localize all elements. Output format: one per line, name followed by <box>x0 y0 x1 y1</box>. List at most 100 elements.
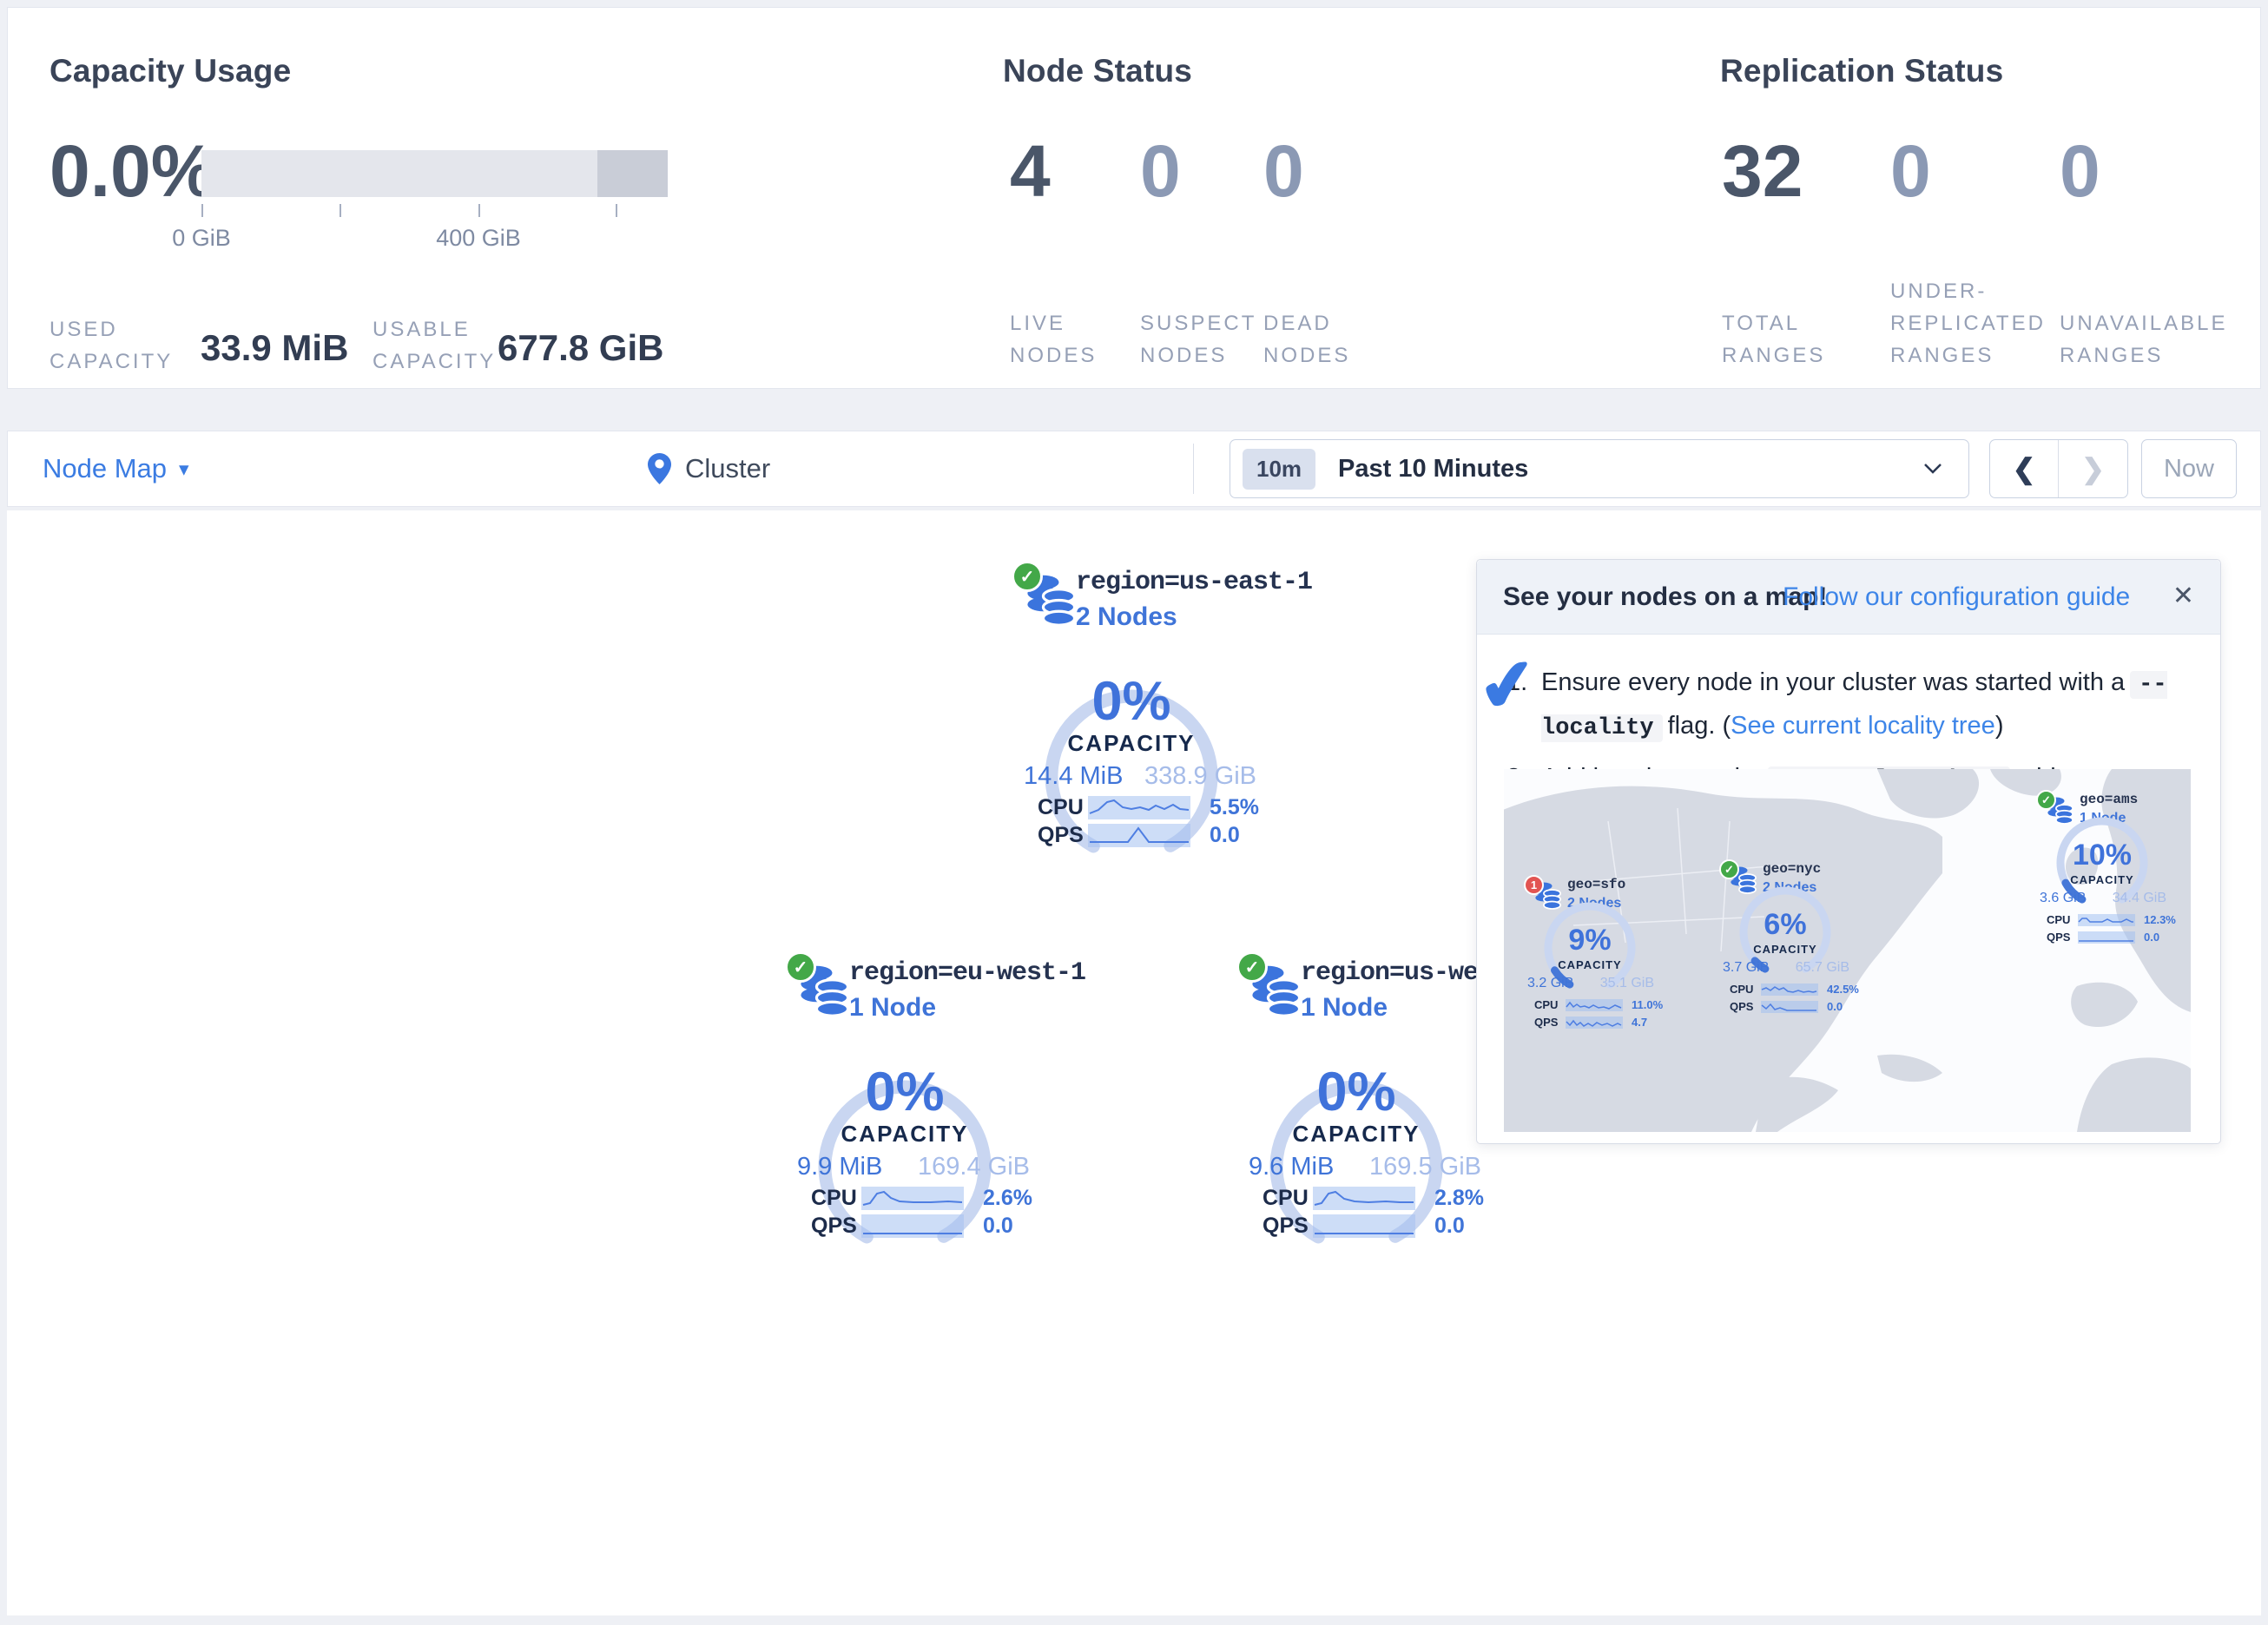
mini-capacity-percent: 9% <box>1504 924 1694 957</box>
qps-value: 0.0 <box>1434 1214 1480 1239</box>
region-locality-label: region=us-east-1 <box>1076 568 1312 597</box>
node-status-title: Node Status <box>1003 53 1192 89</box>
capacity-bar-reserved-segment <box>597 150 668 197</box>
capacity-tick <box>201 204 203 217</box>
cpu-sparkline <box>1313 1187 1415 1210</box>
qps-label: QPS <box>1730 1000 1761 1013</box>
capacity-percent: 0.0% <box>49 135 215 207</box>
locality-setup-popup: See your nodes on a map! Follow our conf… <box>1476 559 2221 1144</box>
cpu-sparkline <box>1761 984 1818 996</box>
qps-sparkline <box>861 1214 964 1238</box>
cpu-value: 2.6% <box>983 1186 1032 1211</box>
qps-sparkline <box>1313 1214 1415 1238</box>
dead-nodes-count: 0 <box>1263 135 1304 207</box>
mini-total-capacity: 34.4 GiB <box>2113 891 2166 906</box>
healthy-check-icon: ✓ <box>1236 951 1268 983</box>
region-node-count-link[interactable]: 1 Node <box>1301 993 1388 1023</box>
qps-value: 0.0 <box>1827 1000 1862 1013</box>
region-used-capacity: 9.6 MiB <box>1249 1153 1334 1181</box>
replication-status-title: Replication Status <box>1720 53 2003 89</box>
warning-badge-icon: 1 <box>1524 875 1544 895</box>
mini-node-geo-nyc: ✓ geo=nyc 2 Nodes 6% CAPACITY 3.7 GiB 65… <box>1681 837 1889 1019</box>
region-total-capacity: 338.9 GiB <box>1144 762 1256 791</box>
view-selector-dropdown[interactable]: Node Map ▾ <box>43 453 189 484</box>
cpu-label: CPU <box>1263 1186 1313 1211</box>
close-icon[interactable]: ✕ <box>2172 581 2194 611</box>
time-range-label: Past 10 Minutes <box>1338 455 1528 484</box>
region-used-capacity: 9.9 MiB <box>797 1153 882 1181</box>
capacity-detail-row: USED CAPACITY 33.9 MiB USABLE CAPACITY 6… <box>49 301 831 390</box>
chevron-right-icon: ❯ <box>2081 452 2105 485</box>
healthy-check-icon: ✓ <box>1719 859 1739 879</box>
under-replicated-label: UNDER- REPLICATED RANGES <box>1890 275 2046 372</box>
capacity-gauge-label: CAPACITY <box>984 730 1279 757</box>
mini-node-locality: geo=ams <box>2080 792 2138 807</box>
caret-down-icon: ▾ <box>179 457 189 481</box>
usable-capacity-label: USABLE CAPACITY <box>373 313 496 378</box>
capacity-gauge-label: CAPACITY <box>1209 1121 1504 1148</box>
total-ranges-label: TOTAL RANGES <box>1722 307 1825 372</box>
capacity-tick-label: 400 GiB <box>418 225 539 252</box>
used-capacity-label: USED CAPACITY <box>49 313 173 378</box>
capacity-gauge-label: CAPACITY <box>1998 873 2191 886</box>
suspect-nodes-count: 0 <box>1140 135 1181 207</box>
qps-value: 0.0 <box>983 1214 1028 1239</box>
region-node-count-link[interactable]: 2 Nodes <box>1076 602 1177 632</box>
suspect-nodes-label: SUSPECT NODES <box>1140 307 1256 372</box>
breadcrumb-label: Cluster <box>685 453 770 484</box>
time-back-button[interactable]: ❮ <box>1990 440 2059 497</box>
step1-text: Ensure every node in your cluster was st… <box>1541 668 2125 696</box>
cpu-value: 11.0% <box>1632 998 1666 1011</box>
healthy-check-icon: ✓ <box>785 951 816 983</box>
chevron-left-icon: ❮ <box>2013 452 2036 485</box>
cpu-label: CPU <box>1534 998 1566 1011</box>
cpu-label: CPU <box>1730 983 1761 996</box>
map-pin-icon <box>648 453 671 484</box>
unavailable-ranges-label: UNAVAILABLE RANGES <box>2060 307 2228 372</box>
qps-sparkline <box>1088 824 1190 847</box>
dead-nodes-label: DEAD NODES <box>1263 307 1350 372</box>
breadcrumb: Cluster <box>648 453 770 484</box>
time-range-badge: 10m <box>1243 449 1315 490</box>
capacity-gauge-label: CAPACITY <box>757 1121 1052 1148</box>
capacity-gauge-label: CAPACITY <box>1504 958 1694 971</box>
capacity-tick <box>478 204 480 217</box>
capacity-tick <box>340 204 341 217</box>
qps-sparkline <box>1761 1001 1818 1013</box>
used-capacity-value: 33.9 MiB <box>201 327 348 369</box>
region-capacity-percent: 0% <box>757 1061 1052 1123</box>
mini-node-geo-ams: ✓ geo=ams 1 Node 10% CAPACITY 3.6 GiB 34… <box>1998 769 2191 950</box>
mini-node-geo-sfo: 1 geo=sfo 2 Nodes 9% CAPACITY 3.2 GiB 35… <box>1504 852 1694 1035</box>
locality-tree-link[interactable]: See current locality tree <box>1731 712 1995 740</box>
time-shift-buttons: ❮ ❯ <box>1989 439 2128 498</box>
mini-used-capacity: 3.6 GiB <box>2040 891 2086 906</box>
time-range-dropdown[interactable]: 10m Past 10 Minutes <box>1230 439 1969 498</box>
cpu-label: CPU <box>811 1186 861 1211</box>
time-forward-button[interactable]: ❯ <box>2059 440 2127 497</box>
qps-label: QPS <box>1038 823 1088 848</box>
chevron-down-icon <box>1923 463 1942 475</box>
region-total-capacity: 169.5 GiB <box>1369 1153 1481 1181</box>
now-button[interactable]: Now <box>2141 439 2237 498</box>
view-selector-label: Node Map <box>43 453 167 484</box>
capacity-tick <box>616 204 617 217</box>
mini-used-capacity: 3.2 GiB <box>1527 976 1573 991</box>
mini-total-capacity: 35.1 GiB <box>1600 976 1654 991</box>
mini-used-capacity: 3.7 GiB <box>1723 960 1769 976</box>
cluster-overview-panel: Capacity Usage 0.0% 0 GiB 400 GiB USED C… <box>7 7 2261 389</box>
configuration-guide-link[interactable]: Follow our configuration guide <box>1783 582 2130 612</box>
region-locality-label: region=eu-west-1 <box>849 958 1085 988</box>
region-node-count-link[interactable]: 1 Node <box>849 993 936 1023</box>
popup-header: See your nodes on a map! Follow our conf… <box>1477 560 2220 635</box>
unavailable-ranges-count: 0 <box>2060 135 2100 207</box>
step-done-check-icon: ✔ <box>1474 641 1542 729</box>
qps-label: QPS <box>2047 931 2078 944</box>
capacity-usage-section: Capacity Usage 0.0% 0 GiB 400 GiB USED C… <box>49 8 970 388</box>
under-replicated-count: 0 <box>1890 135 1931 207</box>
live-nodes-label: LIVE NODES <box>1010 307 1097 372</box>
mini-node-locality: geo=sfo <box>1567 877 1625 892</box>
toolbar-divider <box>1193 444 1194 494</box>
capacity-bar: 0 GiB 400 GiB <box>201 150 668 197</box>
capacity-usage-title: Capacity Usage <box>49 53 291 89</box>
region-total-capacity: 169.4 GiB <box>918 1153 1030 1181</box>
